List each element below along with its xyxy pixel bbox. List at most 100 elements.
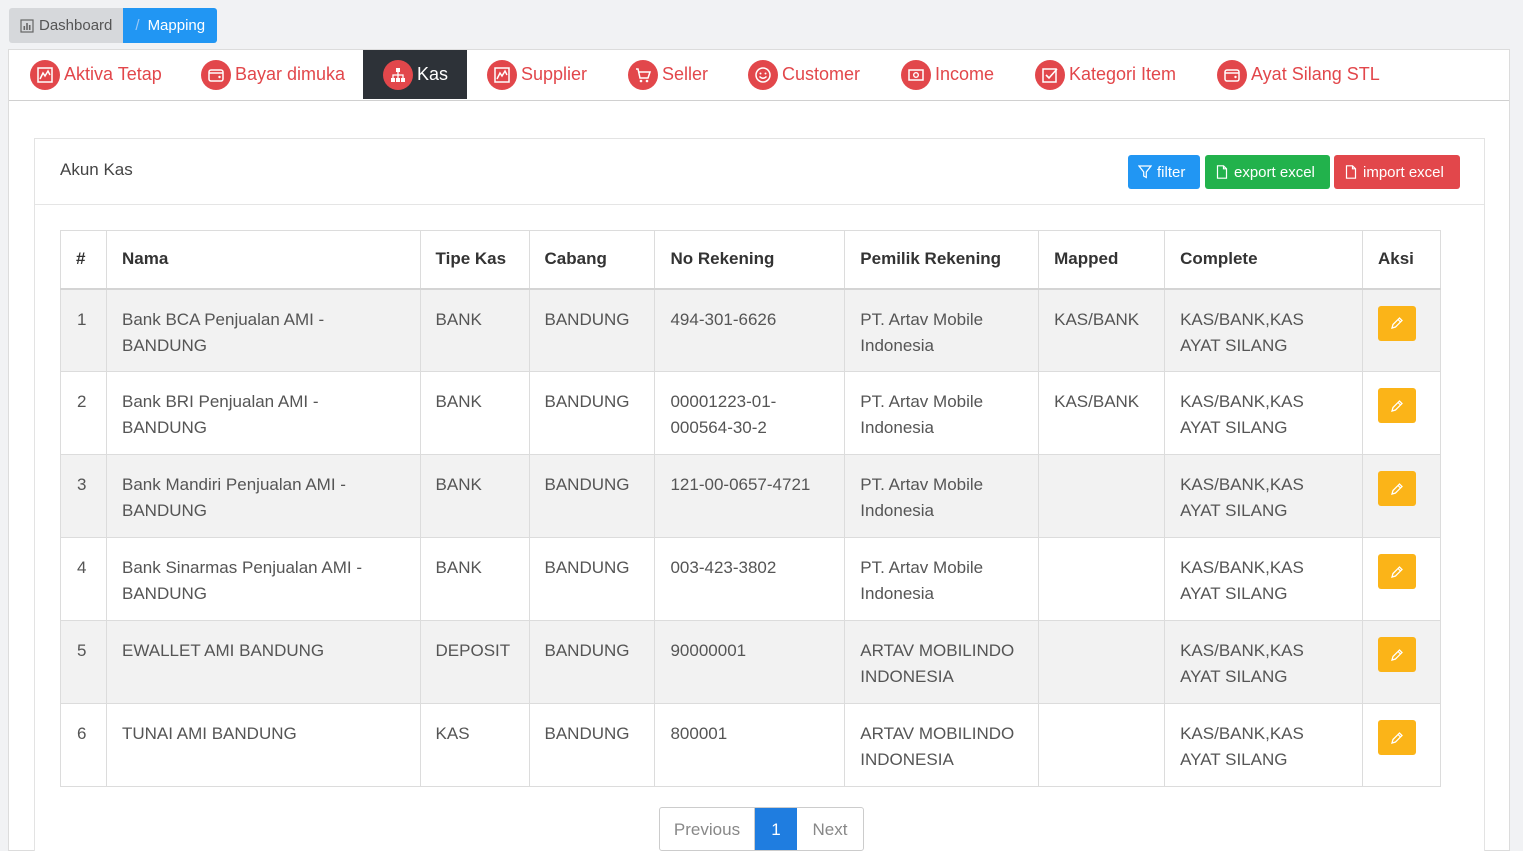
export-label: export excel <box>1234 163 1315 181</box>
pencil-icon <box>1391 565 1403 578</box>
cell-no-rekening: 00001223-01-000564-30-2 <box>654 371 846 455</box>
breadcrumb: Dashboard / Mapping <box>9 8 218 43</box>
cell-number: 5 <box>60 620 107 704</box>
cell-number: 4 <box>60 537 107 621</box>
cell-complete: KAS/BANK,KAS AYAT SILANG <box>1164 454 1363 538</box>
tab-label: Aktiva Tetap <box>64 64 162 84</box>
cell-complete: KAS/BANK,KAS AYAT SILANG <box>1164 537 1363 621</box>
edit-button[interactable] <box>1377 637 1416 672</box>
edit-button[interactable] <box>1377 554 1416 589</box>
breadcrumb-separator: / <box>135 17 140 34</box>
cell-aksi <box>1361 537 1442 621</box>
mapping-card: Aktiva Tetap Bayar dimuka Kas Supplier S… <box>8 49 1510 851</box>
akun-kas-table: # Nama Tipe Kas Cabang No Rekening Pemil… <box>60 230 1442 787</box>
col-header-aksi: Aksi <box>1361 230 1442 290</box>
tab-kas[interactable]: Kas <box>363 50 467 99</box>
cell-cabang: BANDUNG <box>528 620 656 704</box>
edit-button[interactable] <box>1377 305 1416 341</box>
tab-label: Supplier <box>521 64 588 84</box>
tab-bar: Aktiva Tetap Bayar dimuka Kas Supplier S… <box>9 50 1509 101</box>
cell-pemilik-rekening: ARTAV MOBILINDO INDONESIA <box>844 620 1040 704</box>
cell-tipe-kas: BANK <box>419 288 530 372</box>
col-header-no-rekening[interactable]: No Rekening <box>654 230 846 290</box>
cell-mapped <box>1038 703 1166 787</box>
tab-customer[interactable]: Customer <box>748 50 888 99</box>
tab-ayat-silang-stl[interactable]: Ayat Silang STL <box>1217 50 1397 99</box>
chart-icon <box>487 59 517 90</box>
tab-aktiva-tetap[interactable]: Aktiva Tetap <box>29 50 194 99</box>
edit-button[interactable] <box>1377 388 1416 423</box>
cell-pemilik-rekening: PT. Artav Mobile Indonesia <box>844 288 1040 372</box>
pagination-page-1[interactable]: 1 <box>755 808 797 850</box>
col-header-complete[interactable]: Complete <box>1164 230 1363 290</box>
cell-complete: KAS/BANK,KAS AYAT SILANG <box>1164 703 1363 787</box>
cart-icon <box>628 59 658 90</box>
cell-no-rekening: 121-00-0657-4721 <box>654 454 846 538</box>
tab-label: Income <box>935 64 995 84</box>
table-row: 3 Bank Mandiri Penjualan AMI - BANDUNG B… <box>60 454 1442 538</box>
cell-nama: Bank BRI Penjualan AMI - BANDUNG <box>105 371 421 455</box>
cell-aksi <box>1361 454 1442 538</box>
cell-tipe-kas: BANK <box>419 454 530 538</box>
col-header-nama[interactable]: Nama <box>105 230 421 290</box>
cell-cabang: BANDUNG <box>528 371 656 455</box>
tab-supplier[interactable]: Supplier <box>487 50 609 99</box>
tab-seller[interactable]: Seller <box>628 50 730 99</box>
cell-nama: EWALLET AMI BANDUNG <box>105 620 421 704</box>
chart-icon <box>30 59 60 90</box>
cell-tipe-kas: BANK <box>419 371 530 455</box>
table-row: 2 Bank BRI Penjualan AMI - BANDUNG BANK … <box>60 371 1442 455</box>
tab-label: Customer <box>782 64 861 84</box>
bar-chart-icon <box>20 18 34 33</box>
table-row: 1 Bank BCA Penjualan AMI - BANDUNG BANK … <box>60 288 1442 372</box>
import-excel-button[interactable]: import excel <box>1334 155 1460 189</box>
filter-icon <box>1138 165 1152 179</box>
wallet-icon <box>201 59 231 90</box>
tab-kategori-item[interactable]: Kategori Item <box>1035 50 1205 99</box>
cell-tipe-kas: KAS <box>419 703 530 787</box>
breadcrumb-mapping-label: Mapping <box>147 17 206 34</box>
table-row: 6 TUNAI AMI BANDUNG KAS BANDUNG 800001 A… <box>60 703 1442 787</box>
col-header-cabang[interactable]: Cabang <box>528 230 656 290</box>
smile-icon <box>748 59 778 90</box>
cell-complete: KAS/BANK,KAS AYAT SILANG <box>1164 620 1363 704</box>
cell-mapped <box>1038 454 1166 538</box>
akun-kas-panel: Akun Kas filter export excel import exce… <box>34 138 1485 851</box>
filter-button[interactable]: filter <box>1128 155 1200 189</box>
col-header-tipe-kas[interactable]: Tipe Kas <box>419 230 530 290</box>
col-header-pemilik-rekening[interactable]: Pemilik Rekening <box>844 230 1040 290</box>
cell-nama: Bank BCA Penjualan AMI - BANDUNG <box>105 288 421 372</box>
pagination: Previous 1 Next <box>659 807 864 851</box>
pagination-previous[interactable]: Previous <box>660 808 755 850</box>
pencil-icon <box>1391 731 1403 744</box>
table-header-row: # Nama Tipe Kas Cabang No Rekening Pemil… <box>60 230 1442 290</box>
tab-label: Bayar dimuka <box>235 64 346 84</box>
cell-aksi <box>1361 371 1442 455</box>
edit-button[interactable] <box>1377 720 1416 755</box>
breadcrumb-dashboard[interactable]: Dashboard <box>9 8 124 43</box>
tab-income[interactable]: Income <box>901 50 1021 99</box>
tab-bayar-dimuka[interactable]: Bayar dimuka <box>201 50 361 99</box>
pencil-icon <box>1391 482 1403 495</box>
import-label: import excel <box>1363 163 1444 181</box>
cell-aksi <box>1361 703 1442 787</box>
edit-button[interactable] <box>1377 471 1416 506</box>
cell-nama: Bank Sinarmas Penjualan AMI - BANDUNG <box>105 537 421 621</box>
cell-tipe-kas: BANK <box>419 537 530 621</box>
cell-mapped <box>1038 620 1166 704</box>
cell-mapped: KAS/BANK <box>1038 371 1166 455</box>
tab-label: Ayat Silang STL <box>1251 64 1380 84</box>
cell-mapped <box>1038 537 1166 621</box>
pencil-icon <box>1391 317 1403 329</box>
col-header-mapped[interactable]: Mapped <box>1038 230 1166 290</box>
cell-complete: KAS/BANK,KAS AYAT SILANG <box>1164 288 1363 372</box>
pagination-next[interactable]: Next <box>797 808 863 850</box>
export-excel-button[interactable]: export excel <box>1205 155 1330 189</box>
cell-cabang: BANDUNG <box>528 703 656 787</box>
cell-number: 1 <box>60 288 107 372</box>
cell-aksi <box>1361 288 1442 372</box>
tab-label: Kas <box>417 64 449 84</box>
col-header-number[interactable]: # <box>60 230 107 290</box>
cell-cabang: BANDUNG <box>528 288 656 372</box>
cell-cabang: BANDUNG <box>528 454 656 538</box>
